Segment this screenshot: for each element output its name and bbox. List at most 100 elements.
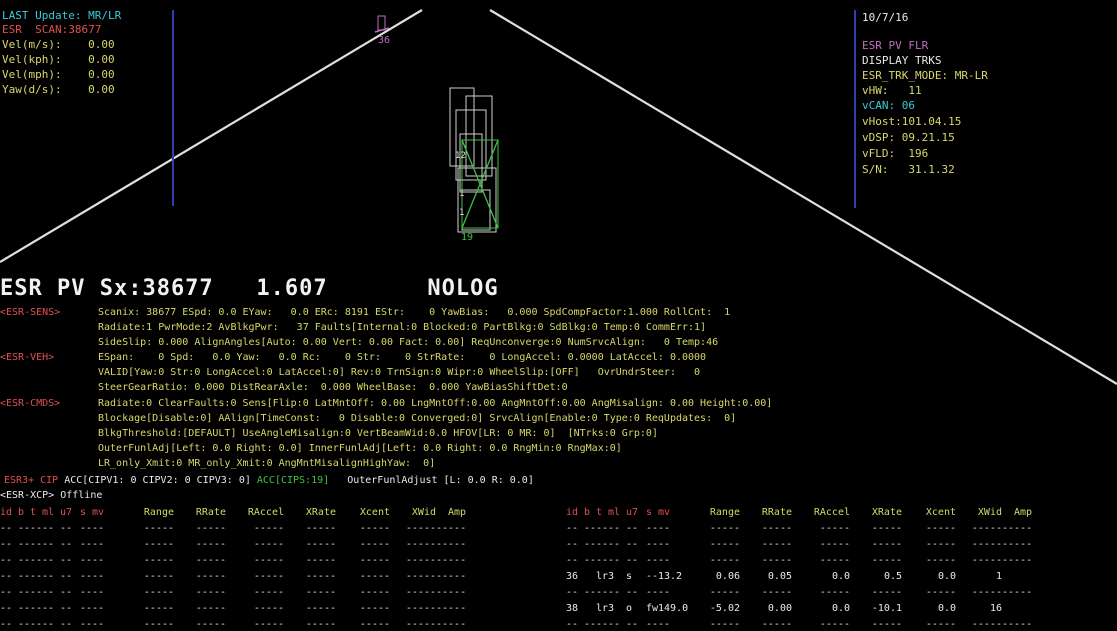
empty-cell: -- <box>18 555 31 566</box>
empty-cell: ----- <box>359 523 390 534</box>
column-header: t <box>30 507 37 518</box>
empty-cell: -- <box>608 555 621 566</box>
table-cell: 0.05 <box>767 571 792 582</box>
empty-cell: ----- <box>871 539 902 550</box>
target-label-bottom: 19 <box>461 232 474 243</box>
empty-cell: ----- <box>143 603 174 614</box>
vel-mph-value: 0.00 <box>88 68 115 81</box>
empty-cell: -- <box>566 523 579 534</box>
target-track-19[interactable] <box>461 139 499 229</box>
empty-cell: -- <box>566 539 579 550</box>
table-cell: 1 <box>995 571 1002 582</box>
empty-cell: ----- <box>871 619 902 630</box>
empty-cell: -- <box>626 539 639 550</box>
track-boxes-cluster[interactable]: 12 1 1 <box>449 87 499 233</box>
empty-cell: ----- <box>305 587 336 598</box>
esr-cmds-line-1: <ESR-CMDS> Radiate:0 ClearFaults:0 Sens[F… <box>0 396 772 411</box>
empty-cell: -- <box>92 555 105 566</box>
empty-cell: -- <box>92 539 105 550</box>
esr-cmds-line-5: LR_only_Xmit:0 MR_only_Xmit:0 AngMntMisa… <box>98 458 436 469</box>
empty-cell: -- <box>42 587 55 598</box>
vdsp-text: vDSP: 09.21.15 <box>862 131 955 144</box>
esr-cip-label: ESR3+ CIP <box>4 475 59 486</box>
empty-cell: -- <box>658 587 671 598</box>
column-header: XRate <box>305 507 336 518</box>
empty-cell: -- <box>30 555 43 566</box>
empty-cell: ----- <box>359 587 390 598</box>
svg-text:1: 1 <box>459 208 464 218</box>
table-cell: 16 <box>989 603 1002 614</box>
table-cell: fw <box>646 603 659 614</box>
empty-cell: ----- <box>819 619 850 630</box>
empty-cell: -- <box>30 539 43 550</box>
column-header: Amp <box>1013 507 1032 518</box>
empty-cell: ----- <box>761 539 792 550</box>
empty-cell: ----- <box>1002 539 1033 550</box>
column-header: RRate <box>761 507 792 518</box>
empty-cell: ----- <box>819 539 850 550</box>
table-cell: -- <box>646 571 659 582</box>
target-marker-top[interactable] <box>374 15 390 33</box>
empty-cell: -- <box>42 619 55 630</box>
empty-cell: -- <box>646 523 659 534</box>
table-row-left-empty: -- ------ -- ---- ----- ----- ----- ----- ----- -… <box>0 569 466 584</box>
empty-cell: -- <box>626 555 639 566</box>
empty-cell: ----- <box>253 523 284 534</box>
empty-cell: ----- <box>925 523 956 534</box>
empty-cell: -- <box>80 603 93 614</box>
esr-xcp-label: <ESR-XCP> <box>0 490 55 501</box>
empty-cell: -- <box>18 571 31 582</box>
empty-cell: -- <box>584 587 597 598</box>
empty-cell: ----- <box>143 539 174 550</box>
empty-cell: -- <box>80 587 93 598</box>
table-row-left-empty: -- ------ -- ---- ----- ----- ----- ----- ----- -… <box>0 537 466 552</box>
outer-funl-adjust: OuterFunlAdjust [L: 0.0 R: 0.0] <box>347 475 534 486</box>
column-header: u7 <box>60 507 73 518</box>
empty-cell: -- <box>92 523 105 534</box>
esr-sens-line-2: Radiate:1 PwrMode:2 AvBlkgPwr: 37 Faults… <box>98 322 707 333</box>
column-header: XWid <box>977 507 1002 518</box>
esr-veh-label: <ESR-VEH> <box>0 352 55 363</box>
column-header: s <box>646 507 653 518</box>
vel-mph-label: Vel(mph): <box>2 68 62 81</box>
empty-cell: -- <box>60 587 73 598</box>
empty-cell: ----- <box>195 587 226 598</box>
esr-cmds-line-4: OuterFunlAdj[Left: 0.0 Right: 0.0] Inner… <box>98 443 622 454</box>
empty-cell: ----- <box>761 523 792 534</box>
table-cell: 0.0 <box>937 603 956 614</box>
column-header: Range <box>143 507 174 518</box>
empty-cell: -- <box>18 523 31 534</box>
acc-cipv-values: ACC[CIPV1: 0 CIPV2: 0 CIPV3: 0] <box>64 475 251 486</box>
empty-cell: -- <box>646 539 659 550</box>
empty-cell: -- <box>646 555 659 566</box>
empty-cell: ----- <box>1002 555 1033 566</box>
empty-cell: ----- <box>305 571 336 582</box>
acc-cips-value: ACC[CIPS:19] <box>256 475 330 486</box>
table-cell: o <box>626 603 633 614</box>
empty-cell: -- <box>92 603 105 614</box>
table-cell: 36 <box>566 571 579 582</box>
column-header: id <box>566 507 579 518</box>
table-cell: lr <box>596 603 609 614</box>
empty-cell: ----- <box>436 619 467 630</box>
esr-cmds-line-3: BlkgThreshold:[DEFAULT] UseAngleMisalign… <box>98 428 658 439</box>
column-header: b <box>584 507 591 518</box>
empty-cell: -- <box>80 555 93 566</box>
esr-pv-flr-text: ESR PV FLR <box>862 39 929 52</box>
empty-cell: -- <box>646 587 659 598</box>
empty-cell: ----- <box>925 587 956 598</box>
esr-veh-line-2: VALID[Yaw:0 Str:0 LongAccel:0 LatAccel:0… <box>98 367 701 378</box>
empty-cell: -- <box>60 523 73 534</box>
empty-cell: ----- <box>925 539 956 550</box>
empty-cell: -- <box>92 619 105 630</box>
empty-cell: ----- <box>971 539 1002 550</box>
empty-cell: -- <box>608 523 621 534</box>
table-cell: 0.0 <box>831 603 850 614</box>
vel-ms-label: Vel(m/s): <box>2 38 62 51</box>
trk-mode-text: ESR_TRK_MODE: MR-LR <box>862 69 988 82</box>
empty-cell: -- <box>658 555 671 566</box>
empty-cell: ----- <box>359 539 390 550</box>
empty-cell: ----- <box>405 619 436 630</box>
empty-cell: ----- <box>1002 587 1033 598</box>
empty-cell: -- <box>646 619 659 630</box>
